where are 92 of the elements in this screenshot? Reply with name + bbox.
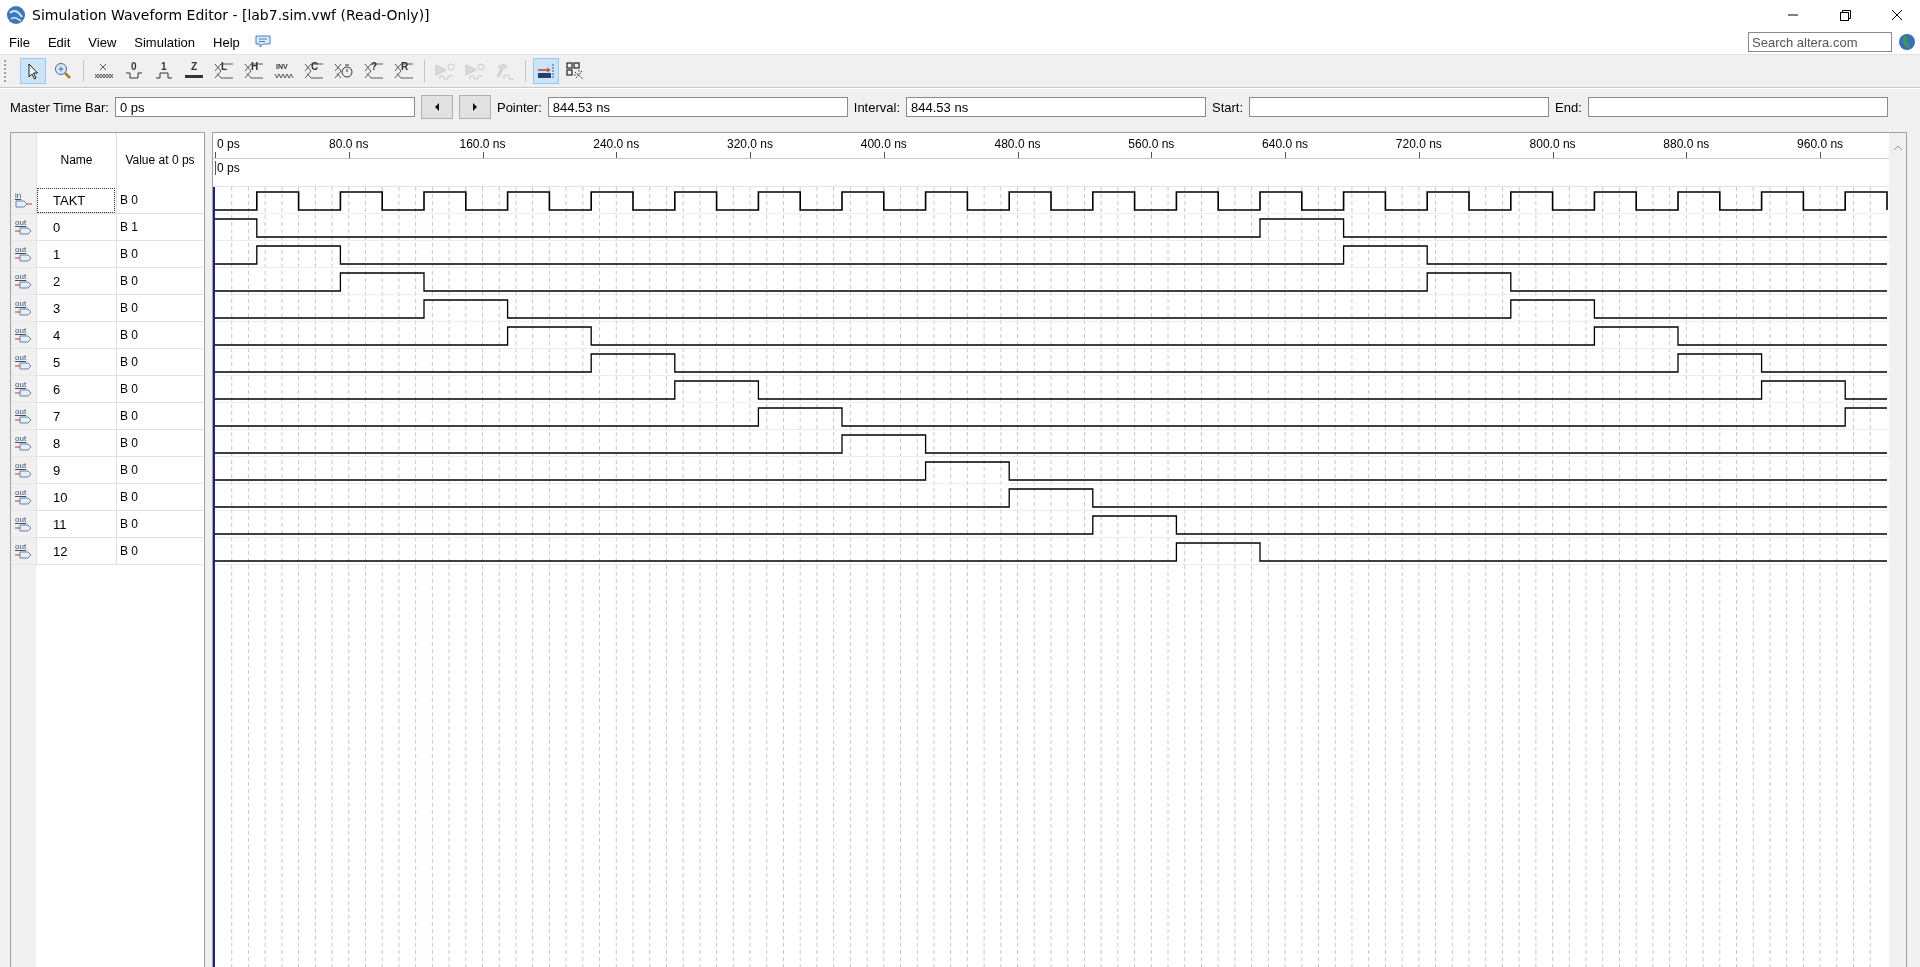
field-label: Pointer:: [496, 99, 542, 115]
pin-label: out: [15, 327, 27, 335]
field-label: End:: [1555, 99, 1582, 115]
column-header: Value at 0 ps: [116, 133, 203, 187]
menu-item[interactable]: Edit: [38, 34, 80, 50]
pin-label: out: [15, 516, 27, 524]
signal-value: B 0: [116, 187, 203, 214]
time-tick-label: 720.0 ns: [1395, 137, 1442, 151]
pin-label: out: [15, 489, 27, 497]
app-globe-icon: [6, 5, 26, 25]
signal-name[interactable]: 2: [36, 268, 116, 295]
signal-name[interactable]: 3: [36, 295, 116, 322]
time-tick-label: 80.0 ns: [329, 137, 369, 151]
signal-value: B 0: [116, 457, 203, 484]
pin-label: out: [15, 462, 27, 470]
field-label: Interval:: [853, 99, 901, 115]
pin-label: out: [15, 273, 27, 281]
triangle-icon: [433, 103, 440, 111]
time-field[interactable]: 0 ps: [114, 97, 415, 117]
cross-wave-icon: [93, 61, 115, 81]
pin-label: out: [15, 219, 27, 227]
snap-icon: [535, 61, 557, 81]
time-tick-label: 800.0 ns: [1529, 137, 1576, 151]
pin-label: out: [15, 408, 27, 416]
pin-label: out: [15, 300, 27, 308]
signal-name[interactable]: 12: [36, 538, 116, 565]
pin-label: out: [15, 354, 27, 362]
time-tick-label: 0 ps: [216, 137, 240, 151]
pin-label: out: [15, 246, 27, 254]
toolbar-button[interactable]: [533, 58, 559, 84]
pin-label: out: [15, 543, 27, 551]
time-tick-label: 560.0 ns: [1128, 137, 1175, 151]
pin-label: out: [15, 381, 27, 389]
signal-name[interactable]: TAKT: [36, 187, 116, 214]
menu-item[interactable]: View: [79, 34, 126, 50]
signal-name[interactable]: 6: [36, 376, 116, 403]
hammer-icon: [494, 61, 516, 81]
menu-item[interactable]: Help: [204, 34, 249, 50]
time-field[interactable]: [1587, 97, 1888, 117]
signal-name[interactable]: 11: [36, 511, 116, 538]
field-label: Start:: [1212, 99, 1244, 115]
signal-value: B 0: [116, 376, 203, 403]
signal-value: B 0: [116, 322, 203, 349]
previous-button[interactable]: [420, 95, 453, 119]
comment-icon[interactable]: [254, 35, 271, 49]
field-label: Master Time Bar:: [10, 99, 109, 115]
column-header: Name: [36, 133, 116, 187]
signal-name[interactable]: 10: [36, 484, 116, 511]
time-tick-label: 480.0 ns: [994, 137, 1041, 151]
time-tick-label: 320.0 ns: [727, 137, 774, 151]
time-tick-label: 160.0 ns: [459, 137, 506, 151]
pin-label: in: [15, 192, 22, 200]
signal-name[interactable]: 7: [36, 403, 116, 430]
signal-value: B 0: [116, 511, 203, 538]
master-time-label: 0 ps: [215, 161, 240, 175]
signal-value: B 0: [116, 484, 203, 511]
signal-value: B 0: [116, 295, 203, 322]
search-field[interactable]: Search altera.com: [1748, 32, 1892, 52]
time-tick-label: 960.0 ns: [1797, 137, 1844, 151]
signal-value: B 0: [116, 538, 203, 565]
signal-name[interactable]: 8: [36, 430, 116, 457]
signal-name[interactable]: 1: [36, 241, 116, 268]
signal-name[interactable]: 0: [36, 214, 116, 241]
clock-wave-icon: [333, 61, 355, 81]
menu-item[interactable]: File: [0, 34, 39, 50]
time-field[interactable]: 844.53 ns: [906, 97, 1207, 117]
signal-name[interactable]: 9: [36, 457, 116, 484]
window-title: Simulation Waveform Editor - [lab7.sim.vwf (Read-Only)]: [32, 7, 430, 23]
signal-value: B 0: [116, 403, 203, 430]
signal-value: B 0: [116, 430, 203, 457]
time-field[interactable]: 844.53 ns: [547, 97, 848, 117]
next-button[interactable]: [458, 95, 491, 119]
pin-label: out: [15, 435, 27, 443]
toolbar-button[interactable]: [20, 58, 46, 84]
signal-name[interactable]: 5: [36, 349, 116, 376]
time-tick-label: 400.0 ns: [860, 137, 907, 151]
play-wave-icon: [464, 61, 486, 81]
play-wave-icon: [434, 61, 456, 81]
time-tick-label: 880.0 ns: [1663, 137, 1710, 151]
scrollbar[interactable]: [1889, 133, 1906, 967]
signal-value: B 0: [116, 241, 203, 268]
signal-name[interactable]: 4: [36, 322, 116, 349]
triangle-icon: [471, 103, 478, 111]
time-tick-label: 640.0 ns: [1262, 137, 1309, 151]
time-tick-label: 240.0 ns: [593, 137, 640, 151]
signal-value: B 1: [116, 214, 203, 241]
globe-icon[interactable]: [1898, 33, 1916, 51]
scroll-up-icon[interactable]: [1892, 145, 1903, 151]
signal-value: B 0: [116, 268, 203, 295]
time-field[interactable]: [1249, 97, 1550, 117]
menu-item[interactable]: Simulation: [125, 34, 204, 50]
signal-value: B 0: [116, 349, 203, 376]
